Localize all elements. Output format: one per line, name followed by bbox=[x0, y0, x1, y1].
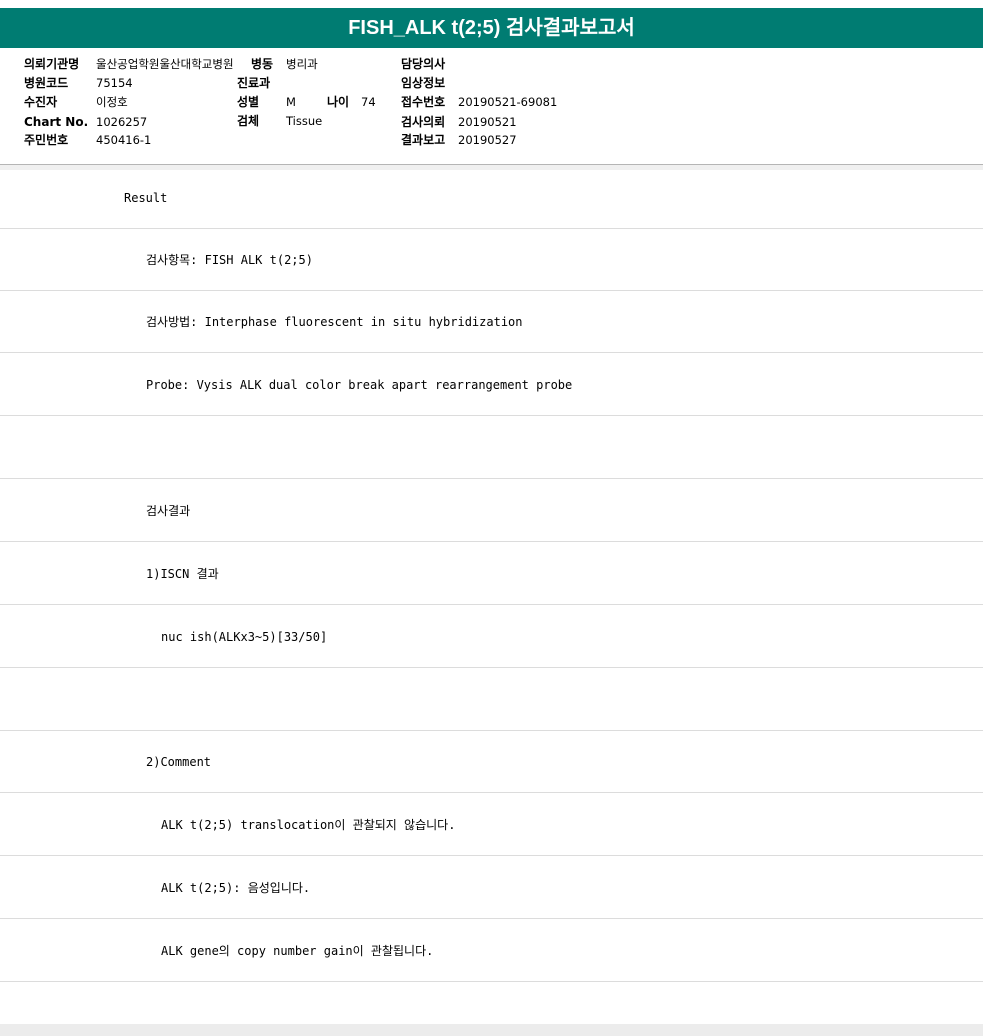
result-line: 검사결과 bbox=[0, 480, 983, 542]
patient-value: 이정호 bbox=[96, 95, 128, 109]
result-line-text: Probe: Vysis ALK dual color break apart … bbox=[146, 378, 573, 392]
result-line: ALK t(2;5) translocation이 관찰되지 않습니다. bbox=[0, 794, 983, 856]
result-line: 1)ISCN 결과 bbox=[0, 543, 983, 605]
institution-label: 의뢰기관명 bbox=[24, 57, 80, 71]
ward-value: 병리과 bbox=[286, 57, 318, 71]
resident-id-value: 450416-1 bbox=[96, 133, 152, 147]
resident-id-label: 주민번호 bbox=[24, 133, 69, 147]
age-value: 74 bbox=[361, 95, 376, 109]
specimen-value: Tissue bbox=[286, 114, 323, 128]
sex-label: 성별 bbox=[237, 95, 260, 109]
receipt-no-value: 20190521-69081 bbox=[458, 95, 558, 109]
report-date-label: 결과보고 bbox=[401, 133, 446, 147]
result-line-text: ALK gene의 copy number gain이 관찰됩니다. bbox=[161, 944, 434, 958]
result-line-text: ALK t(2;5) translocation이 관찰되지 않습니다. bbox=[161, 818, 456, 832]
top-strip bbox=[0, 0, 983, 8]
result-line: 검사방법: Interphase fluorescent in situ hyb… bbox=[0, 291, 983, 353]
ward-label: 병동 bbox=[251, 57, 274, 71]
request-date-label: 검사의뢰 bbox=[401, 115, 446, 129]
specimen-label: 검체 bbox=[237, 114, 260, 128]
result-section: Result 검사항목: FISH ALK t(2;5) 검사방법: Inter… bbox=[0, 170, 983, 1024]
patient-info-panel: 의뢰기관명 울산공업학원울산대학교병원 병동 병리과 담당의사 병원코드 751… bbox=[0, 48, 983, 165]
chart-no-value: 1026257 bbox=[96, 115, 148, 129]
report-title: FISH_ALK t(2;5) 검사결과보고서 bbox=[348, 17, 635, 39]
result-line-text: ALK t(2;5): 음성입니다. bbox=[161, 881, 311, 895]
clinical-info-label: 임상정보 bbox=[401, 76, 446, 90]
result-line-text: 검사항목: FISH ALK t(2;5) bbox=[146, 253, 313, 267]
result-line-text: 검사결과 bbox=[146, 504, 191, 518]
department-label: 진료과 bbox=[237, 76, 271, 90]
result-line-text: 1)ISCN 결과 bbox=[146, 567, 219, 581]
result-line bbox=[0, 669, 983, 731]
result-line: 검사항목: FISH ALK t(2;5) bbox=[0, 229, 983, 291]
institution-value: 울산공업학원울산대학교병원 bbox=[96, 57, 234, 71]
result-line: nuc ish(ALKx3~5)[33/50] bbox=[0, 606, 983, 668]
chart-no-label: Chart No. bbox=[24, 115, 89, 129]
result-line: Result bbox=[0, 170, 983, 229]
result-line: Probe: Vysis ALK dual color break apart … bbox=[0, 354, 983, 416]
result-line-text: Result bbox=[124, 191, 168, 205]
result-line: ALK gene의 copy number gain이 관찰됩니다. bbox=[0, 920, 983, 982]
result-line: ALK t(2;5): 음성입니다. bbox=[0, 857, 983, 919]
hospital-code-label: 병원코드 bbox=[24, 76, 69, 90]
result-line: 2)Comment bbox=[0, 731, 983, 793]
sex-value: M bbox=[286, 95, 296, 109]
hospital-code-value: 75154 bbox=[96, 76, 133, 90]
result-line-text: 2)Comment bbox=[146, 755, 212, 769]
footer-strip bbox=[0, 1024, 983, 1036]
result-line-text: nuc ish(ALKx3~5)[33/50] bbox=[161, 630, 328, 644]
age-label: 나이 bbox=[327, 95, 350, 109]
result-line-text: 검사방법: Interphase fluorescent in situ hyb… bbox=[146, 315, 523, 329]
report-title-bar: FISH_ALK t(2;5) 검사결과보고서 bbox=[0, 8, 983, 48]
result-line bbox=[0, 417, 983, 479]
receipt-no-label: 접수번호 bbox=[401, 95, 446, 109]
patient-label: 수진자 bbox=[24, 95, 58, 109]
doctor-label: 담당의사 bbox=[401, 57, 446, 71]
report-date-value: 20190527 bbox=[458, 133, 517, 147]
request-date-value: 20190521 bbox=[458, 115, 517, 129]
